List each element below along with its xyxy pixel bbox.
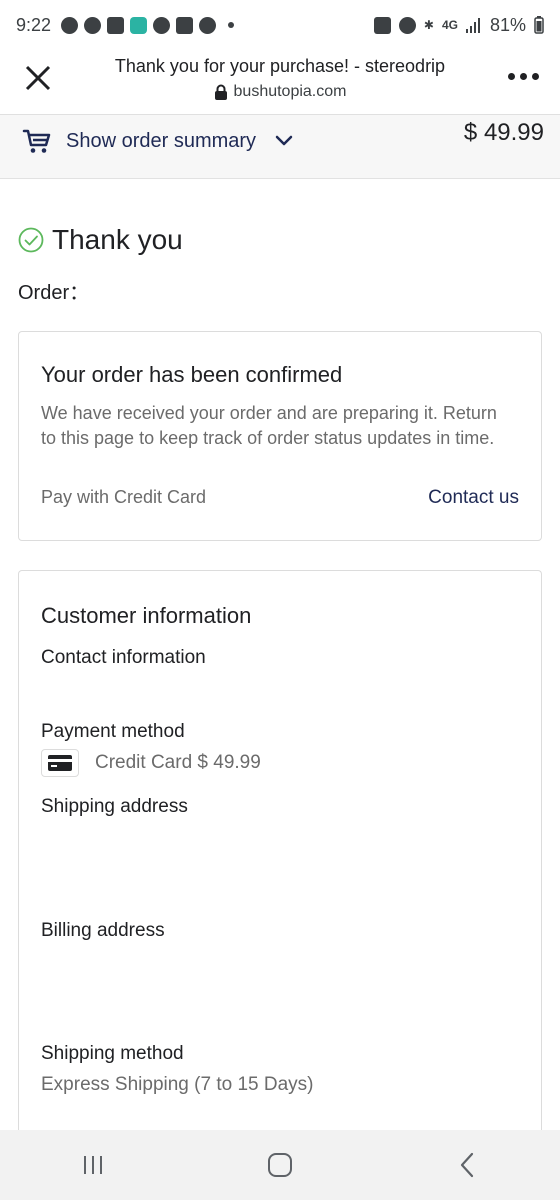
order-total: $ 49.99 xyxy=(463,119,544,146)
credit-card-glyph-icon xyxy=(48,755,72,771)
shipping-method-value: Express Shipping (7 to 15 Days) xyxy=(41,1074,314,1095)
more-options-button[interactable] xyxy=(508,68,540,84)
billing-address-label: Billing address xyxy=(41,920,165,941)
status-left: 9:22 xyxy=(16,14,235,36)
show-order-summary-toggle[interactable]: Show order summary xyxy=(22,127,294,155)
thank-you-row: Thank you xyxy=(18,224,183,256)
confirmation-body: We have received your order and are prep… xyxy=(41,403,497,448)
more-dot-icon xyxy=(532,72,539,80)
battery-percent: 81% xyxy=(489,14,526,35)
more-dot-icon xyxy=(508,72,515,80)
shopping-bag-icon xyxy=(107,16,125,34)
payment-method-value: Credit Card $ 49.99 xyxy=(95,752,261,773)
home-icon xyxy=(267,1153,292,1177)
pay-with-text: Pay with Credit Card xyxy=(41,487,207,507)
network-type: 4G xyxy=(441,18,458,32)
order-summary-label: Show order summary xyxy=(66,129,257,152)
app-notification-icon xyxy=(130,16,148,34)
domain-row: bushutopia.com xyxy=(80,83,480,101)
order-confirmation-card: Your order has been confirmed We have re… xyxy=(18,331,542,541)
order-number-label: Order： xyxy=(18,282,90,304)
nfc-icon xyxy=(373,16,391,34)
check-circle-icon xyxy=(18,227,44,253)
chevron-down-icon xyxy=(275,135,293,146)
back-icon xyxy=(460,1152,473,1178)
status-right: ✱ 4G 81% xyxy=(373,14,544,36)
close-icon xyxy=(25,65,51,91)
thank-you-heading: Thank you xyxy=(52,224,183,255)
bluetooth-icon: ✱ xyxy=(423,18,434,32)
recent-apps-icon xyxy=(84,1156,103,1174)
hotspot-icon xyxy=(199,16,217,34)
close-tab-button[interactable] xyxy=(20,60,56,96)
gmail-icon xyxy=(176,16,194,34)
alarm-icon xyxy=(398,16,416,34)
status-time: 9:22 xyxy=(16,14,52,35)
customer-information-heading: Customer information xyxy=(41,603,252,628)
more-notifications-dot-icon xyxy=(228,22,235,28)
paw-icon xyxy=(153,16,171,34)
messenger-icon xyxy=(61,16,79,34)
recent-apps-button[interactable] xyxy=(73,1145,113,1185)
domain-text: bushutopia.com xyxy=(233,83,347,100)
status-bar: 9:22 ✱ 4G 81% xyxy=(0,0,560,50)
credit-card-icon xyxy=(41,749,79,777)
shipping-method-label: Shipping method xyxy=(41,1043,184,1064)
confirmation-heading: Your order has been confirmed xyxy=(41,362,343,387)
system-navigation-bar xyxy=(0,1130,560,1200)
signal-icon xyxy=(465,18,480,33)
cart-icon xyxy=(22,129,51,153)
shipping-address-label: Shipping address xyxy=(41,796,188,817)
order-summary-bar: Show order summary $ 49.99 xyxy=(0,115,560,179)
home-button[interactable] xyxy=(260,1145,300,1185)
browser-header: Thank you for your purchase! - stereodri… xyxy=(0,50,560,115)
more-dot-icon xyxy=(520,72,527,80)
page-title: Thank you for your purchase! - stereodri… xyxy=(114,56,446,76)
url-block[interactable]: Thank you for your purchase! - stereodri… xyxy=(80,56,480,101)
battery-icon xyxy=(534,16,544,34)
contact-us-link[interactable]: Contact us xyxy=(428,487,519,509)
customer-information-card: Customer information Contact information… xyxy=(18,570,542,1170)
payment-method-label: Payment method xyxy=(41,721,185,742)
contact-information-label: Contact information xyxy=(41,647,206,668)
lock-icon xyxy=(214,84,227,100)
messenger-icon-2 xyxy=(84,16,102,34)
back-button[interactable] xyxy=(447,1145,487,1185)
